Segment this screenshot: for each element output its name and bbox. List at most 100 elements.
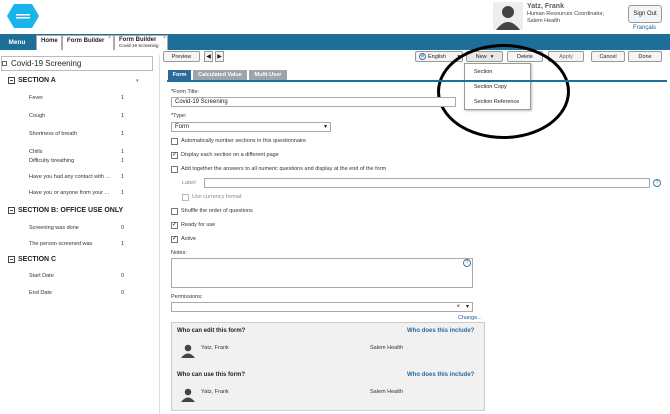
done-button[interactable]: Done — [628, 51, 662, 62]
close-icon[interactable]: × — [163, 35, 166, 41]
item-count: 1 — [121, 241, 125, 247]
notes-label: Notes: — [171, 250, 187, 256]
edit-heading: Who can edit this form? — [177, 328, 246, 334]
user-name: Yatz, Frank — [527, 3, 564, 10]
use-include-link[interactable]: Who does this include? — [407, 372, 474, 378]
active-checkbox[interactable]: ✓ — [171, 236, 178, 243]
language-link[interactable]: Français — [633, 25, 656, 31]
use-person-name: Yatz, Frank — [201, 389, 229, 395]
form-title-input[interactable]: Covid-19 Screening — [171, 97, 456, 107]
user-avatar-icon — [493, 2, 523, 30]
chevron-down-icon[interactable]: ▾ — [136, 78, 139, 84]
add-together-checkbox[interactable] — [171, 166, 178, 173]
permissions-select[interactable]: × ▾ — [171, 302, 473, 312]
list-item[interactable]: Have you had any contact with ... — [29, 174, 110, 180]
each-section-checkbox[interactable]: ✓ — [171, 152, 178, 159]
section-c[interactable]: SECTION C — [8, 256, 56, 263]
tab-label: Form Builder — [67, 38, 105, 44]
collapse-icon[interactable] — [8, 256, 15, 263]
previous-icon[interactable]: ◀ — [204, 51, 213, 62]
tab-form-builder-active[interactable]: Form Builder Covid-19 Screening — [114, 35, 168, 50]
edit-include-link[interactable]: Who does this include? — [407, 328, 474, 334]
ready-checkbox[interactable]: ✓ — [171, 222, 178, 229]
type-value: Form — [175, 124, 189, 130]
section-b[interactable]: SECTION B: OFFICE USE ONLY — [8, 207, 123, 214]
collapse-icon[interactable] — [2, 61, 7, 66]
highlight-circle — [437, 44, 570, 139]
user-org-line: Salem Health — [527, 18, 561, 24]
list-item[interactable]: Shortness of breath — [29, 131, 77, 137]
tab-home[interactable]: Home — [36, 35, 62, 50]
label-input[interactable] — [204, 178, 650, 188]
type-label: *Type: — [171, 113, 187, 119]
user-role-line: Human Resources Coordinator, — [527, 11, 605, 17]
item-count: 1 — [121, 95, 125, 101]
tab-underline — [167, 80, 667, 82]
permissions-label: Permissions: — [171, 294, 203, 300]
autonumber-checkbox[interactable] — [171, 138, 178, 145]
left-panel — [0, 55, 160, 414]
form-title-label: *Form Title: — [171, 89, 200, 95]
tab-sublabel: Covid-19 Screening — [119, 43, 159, 48]
language-label: English — [428, 53, 447, 60]
close-icon[interactable]: × — [108, 35, 111, 41]
list-item[interactable]: Cough — [29, 113, 45, 119]
use-person-org: Salem Health — [370, 389, 404, 395]
item-count: 1 — [121, 131, 125, 137]
list-item[interactable]: End Date — [29, 290, 52, 296]
section-label: SECTION B: OFFICE USE ONLY — [18, 207, 124, 214]
tab-form[interactable]: Form — [168, 70, 191, 80]
list-item[interactable]: Fever — [29, 95, 43, 101]
active-label: Active — [181, 236, 196, 242]
list-item[interactable]: Start Date — [29, 273, 54, 279]
chevron-down-icon: ▾ — [323, 124, 327, 130]
edit-person-name: Yatz, Frank — [201, 345, 229, 351]
tab-calculated-value[interactable]: Calculated Value — [193, 70, 247, 80]
each-section-label: Display each section on a different page — [181, 152, 279, 158]
list-item[interactable]: Screening was done — [29, 225, 79, 231]
tab-multi-user[interactable]: Multi-User — [249, 70, 287, 80]
shuffle-label: Shuffle the order of questions — [181, 208, 253, 214]
item-count: 0 — [121, 290, 125, 296]
list-item[interactable]: Chills — [29, 149, 42, 155]
clear-icon[interactable]: × — [456, 304, 460, 310]
person-icon — [181, 344, 195, 358]
help-icon[interactable]: ? — [653, 179, 661, 187]
collapse-icon[interactable] — [8, 207, 15, 214]
help-icon[interactable]: ? — [463, 259, 471, 267]
currency-checkbox[interactable] — [182, 194, 189, 201]
section-a[interactable]: SECTION A — [8, 77, 56, 84]
item-count: 1 — [121, 113, 125, 119]
type-select[interactable]: Form ▾ — [171, 122, 331, 132]
label-label: Label: — [182, 180, 197, 186]
shuffle-checkbox[interactable] — [171, 208, 178, 215]
list-item[interactable]: The person screened was — [29, 241, 92, 247]
item-count: 1 — [121, 149, 125, 155]
questionnaire-title[interactable]: Covid-19 Screening — [1, 56, 153, 71]
use-heading: Who can use this form? — [177, 372, 246, 378]
menu-button[interactable]: Menu — [0, 34, 34, 50]
item-count: 0 — [121, 225, 125, 231]
list-item[interactable]: Have you or anyone from your ... — [29, 190, 109, 196]
chevron-down-icon[interactable]: ▾ — [466, 304, 469, 310]
preview-button[interactable]: Preview — [163, 51, 200, 62]
notes-textarea[interactable] — [171, 258, 473, 288]
next-icon[interactable]: ▶ — [215, 51, 224, 62]
section-label: SECTION A — [18, 77, 56, 84]
list-item[interactable]: Difficulty breathing — [29, 158, 74, 164]
item-count: 1 — [121, 190, 125, 196]
tab-form-builder[interactable]: Form Builder — [62, 35, 114, 50]
app-logo[interactable] — [6, 3, 40, 29]
collapse-icon[interactable] — [8, 77, 15, 84]
sign-out-button[interactable]: Sign Out — [628, 5, 662, 23]
item-count: 1 — [121, 174, 125, 180]
item-count: 1 — [121, 158, 125, 164]
user-role: Human Resources Coordinator, Salem Health — [527, 11, 604, 25]
change-link[interactable]: Change... — [458, 315, 482, 321]
permissions-panel — [171, 322, 485, 411]
section-label: SECTION C — [18, 256, 57, 263]
ready-label: Ready for use — [181, 222, 216, 228]
edit-person-org: Salem Health — [370, 345, 404, 351]
cancel-button[interactable]: Cancel — [591, 51, 625, 62]
autonumber-label: Automatically number sections in this qu… — [181, 138, 307, 144]
